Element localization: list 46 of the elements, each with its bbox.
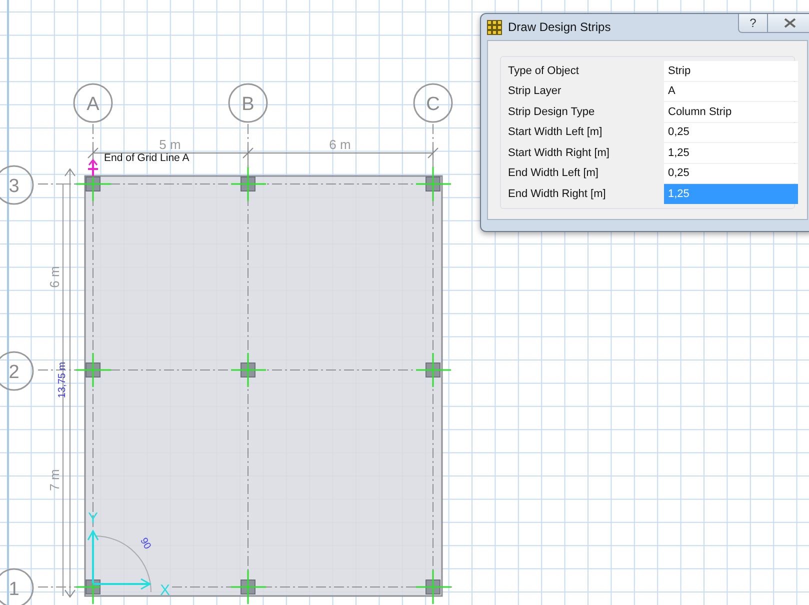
grid-bubble: 1: [0, 568, 34, 605]
app-icon: [487, 20, 502, 34]
property-label: Strip Layer: [507, 84, 562, 100]
property-label: End Width Right [m]: [507, 186, 607, 202]
property-label: Start Width Left [m]: [507, 125, 604, 140]
column-marker: [416, 353, 451, 387]
column-marker: [76, 353, 111, 387]
property-label: Start Width Right [m]: [507, 146, 610, 161]
angle-label: 90: [138, 536, 153, 552]
grid-bubble: 2: [0, 351, 34, 391]
column-marker: [76, 580, 100, 604]
angle-arc: [94, 536, 152, 592]
property-value[interactable]: Column Strip: [664, 102, 798, 122]
column-marker: [231, 353, 266, 387]
column-marker: [231, 167, 266, 201]
property-value[interactable]: Strip: [664, 61, 798, 80]
property-label: Strip Design Type: [507, 104, 596, 120]
property-value[interactable]: 0,25: [664, 122, 798, 142]
close-button[interactable]: [768, 14, 809, 33]
dimension-label: 7 m: [47, 469, 62, 491]
property-value[interactable]: 0,25: [664, 164, 798, 183]
grid-bubble: B: [228, 83, 268, 123]
property-label: End Width Left [m]: [507, 166, 600, 182]
grid-bubble: A: [73, 83, 113, 123]
column-marker: [416, 167, 451, 201]
grid-bubble: C: [413, 83, 453, 123]
window-title: Draw Design Strips: [508, 20, 611, 34]
property-value[interactable]: A: [664, 82, 798, 101]
property-label: Type of Object: [507, 64, 580, 79]
strip-end-marker: [88, 158, 98, 176]
close-icon: [784, 18, 796, 28]
annotation-label: End of Grid Line A: [104, 152, 190, 164]
x-axis-arrow: [93, 578, 152, 590]
axis-label: X: [160, 582, 170, 599]
column-marker: [416, 570, 451, 604]
dimension-label: 6 m: [329, 137, 351, 152]
column-marker: [231, 570, 266, 604]
dimension-label: 5 m: [159, 137, 181, 152]
dimension-label: 6 m: [47, 266, 62, 288]
axis-label: Y: [88, 510, 98, 527]
dimension-label: 13,75 m: [57, 362, 68, 398]
help-button[interactable]: ?: [738, 14, 768, 33]
y-axis-arrow: [87, 529, 99, 583]
property-value[interactable]: 1,25: [664, 143, 798, 162]
column-marker: [76, 176, 111, 201]
grid-bubble: 3: [0, 165, 34, 205]
